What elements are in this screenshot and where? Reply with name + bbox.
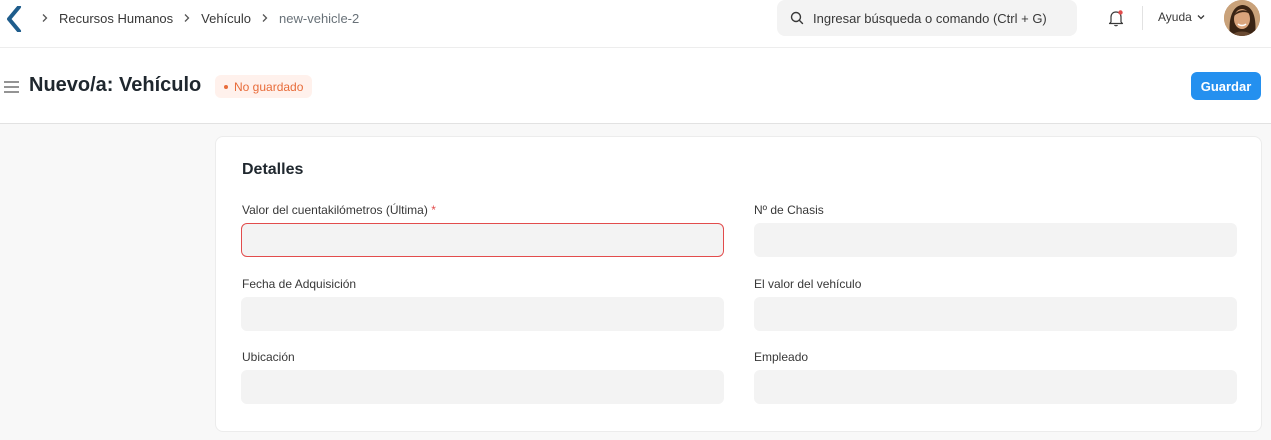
vehicle-value-field[interactable] — [754, 297, 1237, 331]
chassis-field[interactable] — [754, 223, 1237, 257]
odometer-label-text: Valor del cuentakilómetros (Última) — [242, 203, 428, 217]
breadcrumb-item-vehicle[interactable]: Vehículo — [201, 11, 251, 26]
chevron-right-icon — [182, 13, 192, 23]
section-title: Detalles — [242, 161, 304, 178]
status-badge: No guardado — [215, 75, 313, 98]
chevron-right-icon — [260, 13, 270, 23]
location-field[interactable] — [241, 370, 724, 404]
breadcrumb-item-hr[interactable]: Recursos Humanos — [59, 11, 173, 26]
status-dot-icon — [224, 84, 228, 89]
breadcrumb-current: new-vehicle-2 — [279, 10, 360, 26]
app-logo-icon[interactable] — [6, 6, 22, 32]
acquisition-date-label: Fecha de Adquisición — [242, 277, 357, 291]
notification-bell-icon[interactable] — [1106, 8, 1126, 28]
required-marker: * — [431, 203, 436, 217]
search-placeholder: Ingresar búsqueda o comando (Ctrl + G) — [813, 10, 1047, 26]
navbar: Recursos Humanos Vehículo new-vehicle-2 … — [0, 0, 1271, 48]
help-dropdown[interactable]: Ayuda — [1158, 10, 1206, 24]
odometer-label: Valor del cuentakilómetros (Última) * — [242, 203, 436, 217]
avatar[interactable] — [1224, 0, 1260, 36]
employee-label: Empleado — [754, 350, 809, 364]
odometer-field[interactable] — [241, 223, 724, 257]
location-label: Ubicación — [242, 350, 295, 364]
help-label: Ayuda — [1158, 10, 1192, 24]
chevron-down-icon — [1197, 15, 1205, 20]
form-card: Detalles Valor del cuentakilómetros (Últ… — [215, 136, 1262, 432]
employee-field[interactable] — [754, 370, 1237, 404]
search-icon — [790, 11, 804, 25]
save-button[interactable]: Guardar — [1191, 72, 1261, 100]
user-photo — [1224, 0, 1260, 36]
chevron-right-icon — [40, 13, 50, 23]
page-header: Nuevo/a: Vehículo No guardado Guardar — [0, 48, 1271, 124]
sidebar-toggle-icon[interactable] — [4, 81, 19, 93]
chassis-label: Nº de Chasis — [754, 203, 824, 217]
navbar-divider — [1142, 6, 1143, 30]
acquisition-date-field[interactable] — [241, 297, 724, 331]
status-badge-label: No guardado — [234, 79, 304, 94]
vehicle-value-label: El valor del vehículo — [754, 277, 862, 291]
page-title: Nuevo/a: Vehículo — [29, 74, 202, 96]
breadcrumb: Recursos Humanos Vehículo new-vehicle-2 — [38, 0, 359, 36]
search-input[interactable]: Ingresar búsqueda o comando (Ctrl + G) — [777, 0, 1077, 36]
